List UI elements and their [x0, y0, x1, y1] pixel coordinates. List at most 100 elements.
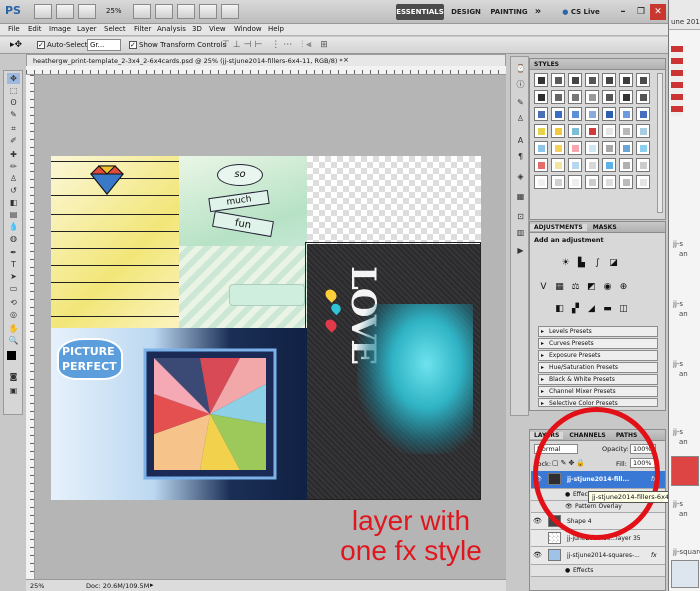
menu-help[interactable]: Help: [268, 25, 284, 33]
path-select-tool[interactable]: ➤: [7, 271, 20, 282]
style-swatch[interactable]: [534, 73, 548, 87]
minimize-button[interactable]: –: [616, 4, 630, 20]
rotate-view-icon[interactable]: [177, 4, 195, 19]
style-swatch[interactable]: [585, 141, 599, 155]
swatches-panel-icon[interactable]: ▦: [515, 191, 526, 202]
style-swatch[interactable]: [534, 141, 548, 155]
zoom-tool[interactable]: 🔍: [7, 335, 20, 346]
posterize-icon[interactable]: ▞: [570, 304, 581, 314]
style-swatch[interactable]: [602, 158, 616, 172]
preset-exposure[interactable]: Exposure Presets: [538, 350, 658, 361]
marquee-tool[interactable]: ⬚: [7, 85, 20, 96]
file-label[interactable]: an: [679, 438, 688, 446]
vibrance-icon[interactable]: V: [538, 282, 549, 292]
move-tool-icon[interactable]: ▸✥: [10, 40, 22, 50]
file-label[interactable]: jj-s: [673, 300, 683, 308]
file-label[interactable]: an: [679, 310, 688, 318]
style-swatch[interactable]: [619, 175, 633, 189]
photo-filter-icon[interactable]: ◉: [602, 282, 613, 292]
style-swatch[interactable]: [636, 141, 650, 155]
visibility-eye-icon[interactable]: 👁: [533, 517, 542, 525]
auto-select-checkbox[interactable]: ✓: [37, 41, 45, 49]
move-tool[interactable]: ✥: [7, 73, 20, 84]
style-swatch[interactable]: [602, 73, 616, 87]
exposure-icon[interactable]: ◪: [608, 258, 619, 268]
threshold-icon[interactable]: ◢: [586, 304, 597, 314]
style-swatch[interactable]: [568, 73, 582, 87]
info-panel-icon[interactable]: ⓘ: [515, 79, 526, 90]
channel-mixer-icon[interactable]: ⊕: [618, 282, 629, 292]
style-swatch[interactable]: [568, 107, 582, 121]
style-swatch[interactable]: [636, 175, 650, 189]
style-swatch[interactable]: [636, 73, 650, 87]
style-swatch[interactable]: [568, 141, 582, 155]
align-buttons-icon[interactable]: ⊤⊥⊣⊢ ⋮⋯ ⫶⫷ ⊞: [222, 40, 331, 50]
menu-file[interactable]: File: [8, 25, 20, 33]
close-button[interactable]: ✕: [650, 4, 666, 20]
style-swatch[interactable]: [551, 107, 565, 121]
paragraph-panel-icon[interactable]: ¶: [515, 151, 526, 162]
style-swatch[interactable]: [534, 90, 548, 104]
transform-bounding-box[interactable]: [305, 242, 481, 500]
menu-window[interactable]: Window: [234, 25, 262, 33]
styles-scrollbar[interactable]: [657, 73, 663, 213]
thumbnail-image[interactable]: [671, 456, 699, 486]
transform-controls-checkbox[interactable]: ✓: [129, 41, 137, 49]
foreground-color[interactable]: [7, 351, 16, 360]
clone-stamp-tool[interactable]: ♙: [7, 173, 20, 184]
layer-effects-row[interactable]: ● Effects: [531, 565, 665, 577]
style-swatch[interactable]: [602, 141, 616, 155]
style-swatch[interactable]: [636, 107, 650, 121]
shape-tool[interactable]: ▭: [7, 283, 20, 294]
menu-analysis[interactable]: Analysis: [157, 25, 186, 33]
style-swatch[interactable]: [534, 158, 548, 172]
invert-icon[interactable]: ◧: [554, 304, 565, 314]
curves-icon[interactable]: ∫: [592, 258, 603, 268]
3d-panel-icon[interactable]: ◈: [515, 171, 526, 182]
eraser-tool[interactable]: ◧: [7, 197, 20, 208]
history-panel-icon[interactable]: ⌚: [515, 63, 526, 74]
screen-mode-tool[interactable]: ▣: [7, 385, 20, 396]
file-label[interactable]: jj-square: [673, 548, 700, 556]
brush-tool[interactable]: ✏: [7, 161, 20, 172]
style-swatch[interactable]: [619, 124, 633, 138]
menu-filter[interactable]: Filter: [134, 25, 151, 33]
style-swatch[interactable]: [619, 158, 633, 172]
navigator-panel-icon[interactable]: ⊡: [515, 211, 526, 222]
restore-button[interactable]: ❐: [634, 4, 648, 20]
zoom-tool-icon[interactable]: [155, 4, 173, 19]
preset-curves[interactable]: Curves Presets: [538, 338, 658, 349]
style-swatch[interactable]: [534, 124, 548, 138]
style-swatch[interactable]: [619, 107, 633, 121]
status-zoom[interactable]: 25%: [30, 582, 44, 590]
close-document-icon[interactable]: ×: [343, 56, 349, 64]
style-swatch[interactable]: [568, 158, 582, 172]
document-tab[interactable]: heathergw_print-template_2-3x4_2-6x4card…: [26, 54, 506, 66]
3d-orbit-tool[interactable]: ◎: [7, 309, 20, 320]
style-swatch[interactable]: [551, 141, 565, 155]
preset-levels[interactable]: Levels Presets: [538, 326, 658, 337]
menu-select[interactable]: Select: [104, 25, 126, 33]
style-swatch[interactable]: [602, 90, 616, 104]
style-swatch[interactable]: [551, 90, 565, 104]
style-swatch[interactable]: [619, 73, 633, 87]
clone-source-icon[interactable]: ♙: [515, 113, 526, 124]
style-swatch[interactable]: [602, 107, 616, 121]
style-swatch[interactable]: [636, 90, 650, 104]
brush-panel-icon[interactable]: ✎: [515, 97, 526, 108]
menu-layer[interactable]: Layer: [77, 25, 97, 33]
color-balance-icon[interactable]: ⚖: [570, 282, 581, 292]
auto-select-dropdown[interactable]: Gr...: [87, 39, 121, 51]
file-label[interactable]: an: [679, 370, 688, 378]
character-panel-icon[interactable]: A: [515, 135, 526, 146]
style-swatch[interactable]: [636, 158, 650, 172]
layer-name[interactable]: jj-stjune2014-squares-...: [567, 552, 640, 559]
background-window[interactable]: une 2014 jj-s an jj-s an jj-s an jj-s an…: [668, 0, 700, 591]
styles-tab[interactable]: STYLES: [530, 59, 665, 70]
style-swatch[interactable]: [585, 124, 599, 138]
gradient-map-icon[interactable]: ▬: [602, 304, 613, 314]
hand-tool-icon[interactable]: [133, 4, 151, 19]
style-swatch[interactable]: [534, 107, 548, 121]
mini-bridge-icon[interactable]: [56, 4, 74, 19]
screen-mode-icon[interactable]: [221, 4, 239, 19]
